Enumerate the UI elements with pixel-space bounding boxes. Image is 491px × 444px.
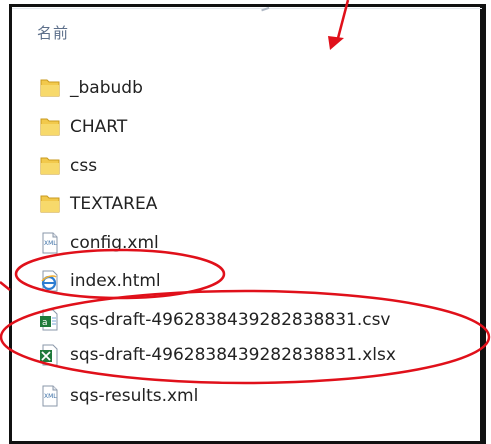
file-name: CHART	[70, 117, 128, 137]
excel-xlsx-file-icon	[38, 343, 62, 367]
folder-icon	[38, 76, 62, 100]
list-item-chart[interactable]: CHART	[38, 114, 127, 140]
list-item-textarea[interactable]: TEXTAREA	[38, 191, 157, 217]
file-name: sqs-results.xml	[70, 386, 199, 406]
file-name: index.html	[70, 271, 161, 291]
header-divider	[12, 8, 482, 9]
file-name: config.xml	[70, 233, 159, 253]
file-name: css	[70, 156, 98, 176]
excel-csv-file-icon: a	[38, 308, 62, 332]
list-item-css[interactable]: css	[38, 153, 97, 179]
list-item-draft-xlsx[interactable]: sqs-draft-4962838439282838831.xlsx	[38, 342, 396, 368]
file-name: _babudb	[70, 78, 143, 98]
list-item-babudb[interactable]: _babudb	[38, 75, 143, 101]
svg-text:XML: XML	[44, 393, 57, 400]
xml-file-icon: XML	[38, 384, 62, 408]
folder-icon	[38, 154, 62, 178]
folder-icon	[38, 115, 62, 139]
list-item-results-xml[interactable]: XML sqs-results.xml	[38, 383, 198, 409]
svg-text:a: a	[42, 318, 48, 328]
xml-file-icon: XML	[38, 231, 62, 255]
folder-icon	[38, 192, 62, 216]
file-name: sqs-draft-4962838439282838831.csv	[70, 310, 391, 330]
file-name: TEXTAREA	[70, 194, 158, 214]
list-item-config-xml[interactable]: XML config.xml	[38, 230, 159, 256]
ie-html-file-icon	[38, 269, 62, 293]
svg-text:XML: XML	[44, 240, 57, 247]
name-column-header[interactable]: 名前	[37, 22, 69, 43]
file-name: sqs-draft-4962838439282838831.xlsx	[70, 345, 396, 365]
list-item-draft-csv[interactable]: a sqs-draft-4962838439282838831.csv	[38, 307, 391, 333]
list-item-index-html[interactable]: index.html	[38, 268, 161, 294]
explorer-file-pane	[9, 4, 486, 444]
